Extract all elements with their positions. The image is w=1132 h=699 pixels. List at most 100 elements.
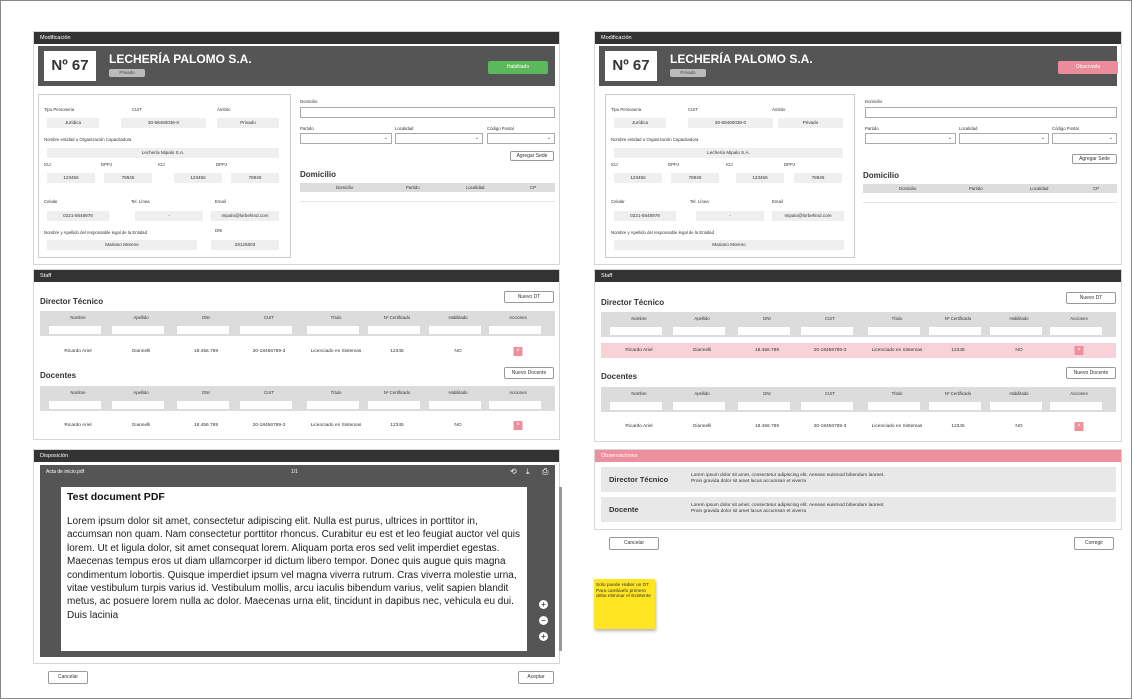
table-cell: Ricardo Ariel: [64, 423, 92, 428]
panel-title: Disposición: [34, 450, 559, 462]
rotate-icon[interactable]: ⟲: [510, 467, 517, 476]
col-header: CUIT: [824, 391, 836, 396]
corregir-button[interactable]: Corregir: [1074, 537, 1114, 550]
aceptar-button[interactable]: Aceptar: [518, 671, 554, 684]
domicilio-input[interactable]: [300, 107, 555, 118]
delete-icon[interactable]: ×: [513, 421, 523, 430]
filter-input[interactable]: [929, 402, 981, 410]
localidad-select[interactable]: ⌄: [395, 133, 483, 144]
cuit-label: CUIT: [688, 107, 699, 112]
panel-title: Observaciones: [595, 450, 1121, 462]
zoom-in-icon[interactable]: +: [539, 632, 548, 641]
filter-input[interactable]: [307, 326, 359, 334]
zoom-in-icon[interactable]: +: [539, 600, 548, 609]
left-disposicion-panel: Disposición Acta de inicio.pdf 1/1 ⟲ ⤓ ⎙…: [33, 449, 562, 664]
director-tecnico-heading: Director Técnico: [601, 298, 665, 307]
dppj2-value: 78945: [794, 173, 842, 183]
filter-input[interactable]: [610, 327, 662, 335]
filter-input[interactable]: [240, 326, 292, 334]
table-cell: 20-18456789-3: [813, 424, 847, 429]
col-localidad: Localidad: [466, 185, 485, 190]
filter-input[interactable]: [368, 401, 420, 409]
nuevo-docente-button[interactable]: Nuevo Docente: [504, 367, 554, 379]
filter-input[interactable]: [112, 401, 164, 409]
col-header: DNI: [202, 315, 210, 320]
filter-input[interactable]: [240, 401, 292, 409]
celular-label: Celular: [44, 199, 58, 204]
nuevo-docente-button[interactable]: Nuevo Docente: [1066, 367, 1116, 379]
celular-value: 0221-5648978: [614, 211, 676, 221]
col-header: Nº Certificado: [944, 316, 972, 321]
col-header: Nombre: [70, 315, 86, 320]
col-domicilio: Domicilio: [336, 185, 354, 190]
localidad-select[interactable]: ⌄: [959, 133, 1049, 144]
obs-director-row: Director Técnico Lorem ipsum dolor sit a…: [601, 467, 1116, 492]
agregar-sede-button[interactable]: Agregar Sede: [1072, 154, 1117, 164]
pdf-page-count: 1/1: [291, 469, 298, 475]
col-header: DNI: [763, 391, 771, 396]
filter-input[interactable]: [1050, 402, 1102, 410]
filter-input[interactable]: [610, 402, 662, 410]
filter-input[interactable]: [1050, 327, 1102, 335]
filter-input[interactable]: [990, 402, 1042, 410]
filter-input[interactable]: [673, 327, 725, 335]
agregar-sede-button[interactable]: Agregar Sede: [510, 151, 554, 161]
delete-icon[interactable]: ×: [1074, 346, 1084, 355]
filter-input[interactable]: [49, 401, 101, 409]
dppj2-label: DPPJ: [216, 162, 227, 167]
filter-input[interactable]: [177, 326, 229, 334]
domicilio-input[interactable]: [865, 107, 1117, 118]
col-header: Nombre: [70, 390, 86, 395]
delete-icon[interactable]: ×: [513, 347, 523, 356]
dppj2-label: DPPJ: [784, 162, 795, 167]
download-icon[interactable]: ⤓: [526, 467, 530, 477]
table-cell: 18.456.789: [193, 349, 219, 354]
filter-input[interactable]: [49, 326, 101, 334]
filter-input[interactable]: [801, 402, 853, 410]
table-cell: NO: [454, 423, 462, 428]
filter-input[interactable]: [489, 401, 541, 409]
nuevo-dt-button[interactable]: Nuevo DT: [504, 291, 554, 303]
tel-value: -: [135, 211, 203, 221]
filter-input[interactable]: [429, 326, 481, 334]
nombre-value: Lechería Mipalo S.A.: [614, 148, 843, 158]
col-header: Título: [891, 391, 903, 396]
filter-input[interactable]: [112, 326, 164, 334]
igj2-value: 123456: [736, 173, 784, 183]
filter-input[interactable]: [801, 327, 853, 335]
filter-input[interactable]: [368, 326, 420, 334]
filter-input[interactable]: [177, 401, 229, 409]
filter-input[interactable]: [738, 327, 790, 335]
cancelar-button[interactable]: Cancelar: [48, 671, 88, 684]
pdf-scrollbar[interactable]: [559, 487, 562, 651]
cancelar-button[interactable]: Cancelar: [609, 537, 659, 550]
status-badge: Habilitado: [488, 61, 548, 74]
print-icon[interactable]: ⎙: [542, 467, 548, 477]
col-header: Acciones: [1070, 391, 1088, 396]
ambito-label: Ámbito: [217, 107, 231, 112]
filter-input[interactable]: [489, 326, 541, 334]
domicilio-heading: Domicilio: [300, 170, 337, 179]
tipo-persona-label: Tipo Personeria: [44, 107, 75, 112]
sticky-note: Solo puede Haber un DT. Para cambiarlo p…: [594, 579, 655, 629]
filter-input[interactable]: [307, 401, 359, 409]
cp-select[interactable]: ⌄: [487, 133, 555, 144]
filter-input[interactable]: [929, 327, 981, 335]
table-cell: 12345: [951, 424, 965, 429]
dppj-value: 78945: [671, 173, 719, 183]
delete-icon[interactable]: ×: [1074, 422, 1084, 431]
partido-select[interactable]: ⌄: [865, 133, 956, 144]
filter-input[interactable]: [429, 401, 481, 409]
filter-input[interactable]: [673, 402, 725, 410]
col-header: Nombre: [631, 391, 647, 396]
cp-select[interactable]: ⌄: [1052, 133, 1117, 144]
nuevo-dt-button[interactable]: Nuevo DT: [1066, 292, 1116, 304]
filter-input[interactable]: [868, 402, 920, 410]
table-cell: Giannelli: [692, 424, 712, 429]
filter-input[interactable]: [990, 327, 1042, 335]
ambito-value: Privado: [217, 118, 279, 128]
zoom-out-icon[interactable]: −: [539, 616, 548, 625]
filter-input[interactable]: [868, 327, 920, 335]
filter-input[interactable]: [738, 402, 790, 410]
partido-select[interactable]: ⌄: [300, 133, 392, 144]
